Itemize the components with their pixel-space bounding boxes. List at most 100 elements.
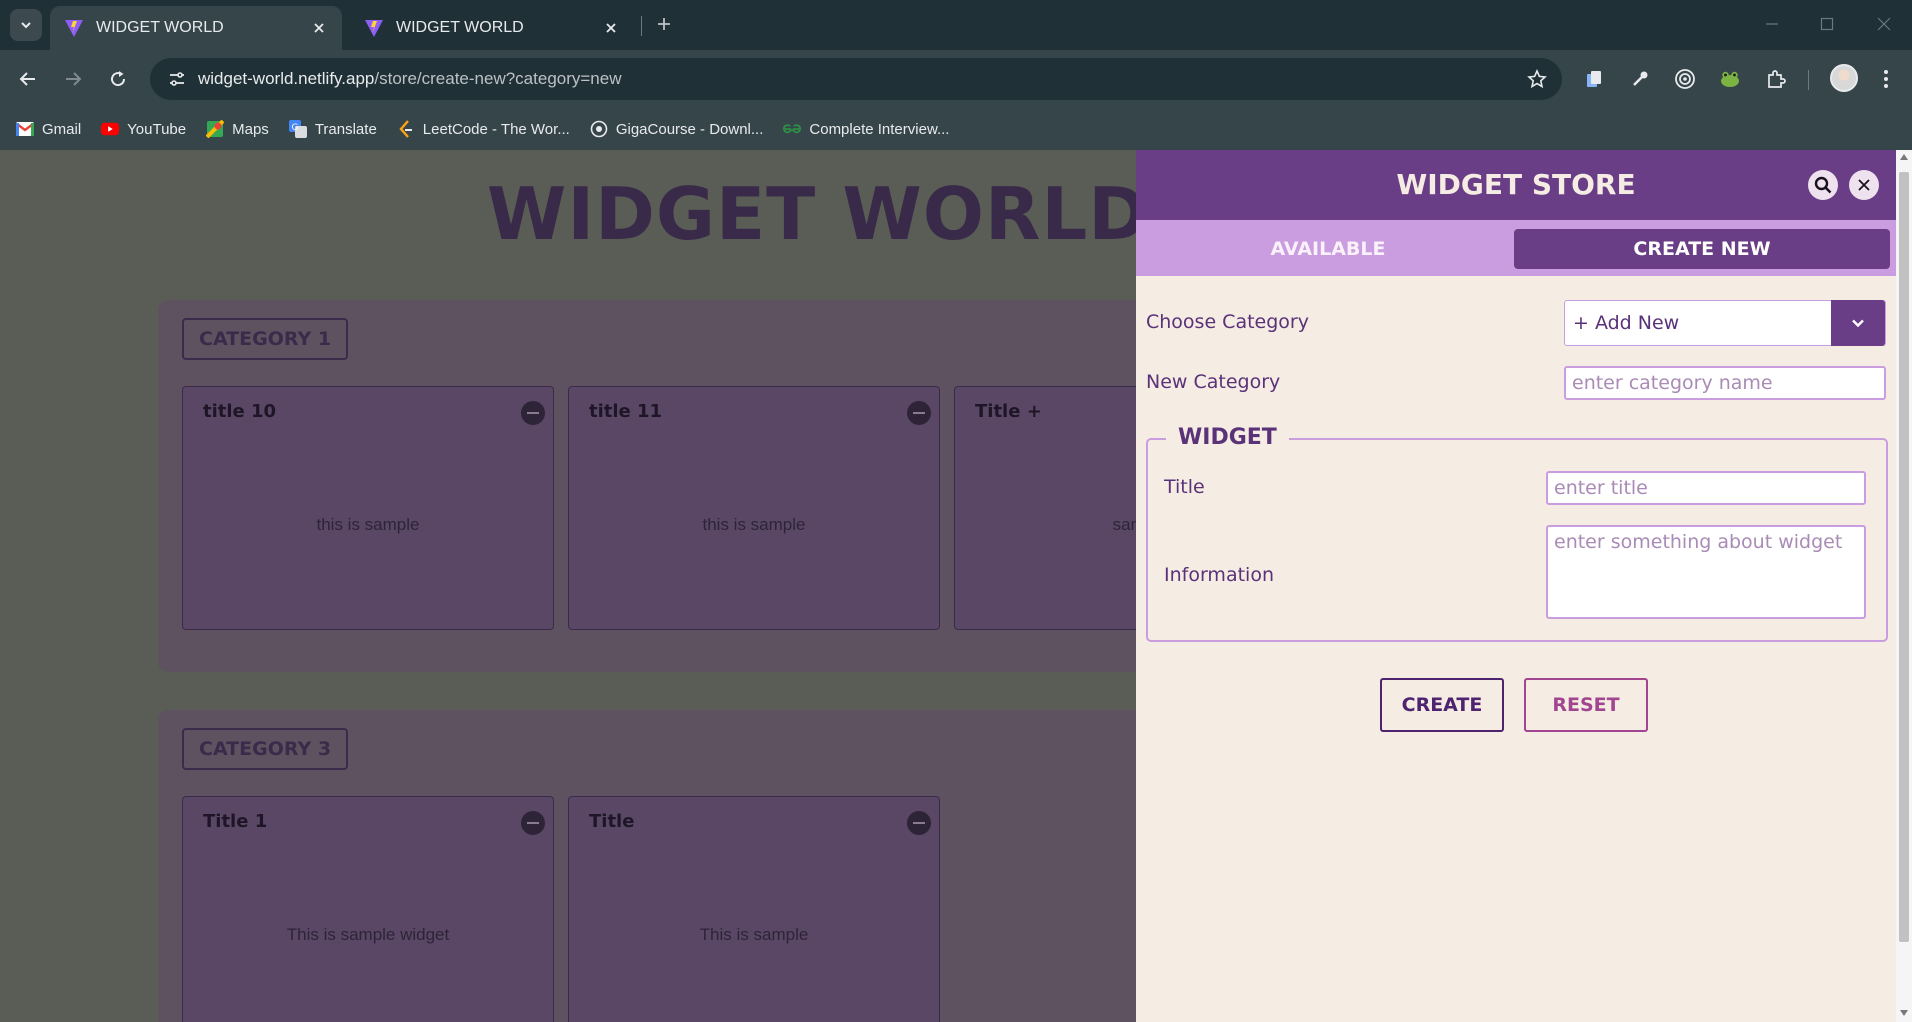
bookmark-label: Maps — [232, 120, 269, 138]
chevron-down-icon — [1852, 319, 1864, 328]
create-button[interactable]: CREATE — [1380, 678, 1504, 732]
more-menu-icon[interactable] — [1870, 63, 1902, 95]
reload-button[interactable] — [101, 62, 135, 96]
bookmark-translate[interactable]: G Translate — [288, 114, 377, 144]
widget-info: This is sample widget — [286, 925, 450, 944]
dimmed-page-overlay[interactable]: WIDGET WORLD CATEGORY 1 title 10 this is… — [0, 150, 1136, 1022]
tab-close-icon[interactable] — [310, 19, 328, 37]
translate-icon: G — [288, 120, 307, 138]
search-button[interactable] — [1808, 170, 1838, 200]
category-select[interactable]: + Add New — [1564, 300, 1886, 346]
widget-card: Title This is sample — [568, 796, 940, 1022]
site-info-icon[interactable] — [166, 68, 188, 90]
tab-title: WIDGET WORLD — [396, 19, 524, 36]
remove-widget-icon[interactable] — [907, 811, 931, 835]
bookmark-leetcode[interactable]: LeetCode - The Wor... — [397, 114, 570, 144]
browser-tab-bar: WIDGET WORLD WIDGET WORLD — [0, 0, 1912, 50]
drawer-close-button[interactable] — [1849, 170, 1879, 200]
widget-title: title 11 — [589, 401, 663, 422]
chevron-down-icon — [21, 22, 31, 29]
new-tab-button[interactable] — [650, 10, 678, 38]
gmail-icon — [16, 120, 34, 138]
page-title: WIDGET WORLD — [486, 172, 1136, 256]
widget-title: Title + — [975, 401, 1042, 422]
widget-card: Title 1 This is sample widget — [182, 796, 554, 1022]
page-scrollbar[interactable] — [1896, 150, 1912, 1022]
bookmark-label: YouTube — [127, 120, 187, 138]
bookmark-maps[interactable]: Maps — [206, 114, 269, 144]
reset-button[interactable]: RESET — [1524, 678, 1648, 732]
widget-title: Title — [589, 811, 635, 832]
choose-category-label: Choose Category — [1146, 311, 1309, 333]
title-label: Title — [1164, 476, 1205, 498]
widget-store-drawer: WIDGET STORE AVAILABLE CREATE NEW Choose… — [1136, 150, 1896, 1022]
drawer-header: WIDGET STORE — [1136, 150, 1896, 220]
information-textarea[interactable] — [1546, 525, 1866, 619]
tab-available[interactable]: AVAILABLE — [1144, 229, 1512, 269]
target-extension-icon[interactable] — [1669, 63, 1701, 95]
widget-legend: WIDGET — [1166, 425, 1289, 450]
new-category-input[interactable] — [1564, 366, 1886, 400]
scroll-up-icon[interactable] — [1900, 154, 1908, 160]
plus-icon — [658, 18, 670, 30]
address-bar[interactable]: widget-world.netlify.app/store/create-ne… — [150, 58, 1562, 100]
arrow-left-icon — [19, 72, 35, 86]
search-icon — [1814, 176, 1832, 194]
leetcode-icon — [397, 120, 415, 138]
remove-widget-icon[interactable] — [907, 401, 931, 425]
tab-create-new[interactable]: CREATE NEW — [1514, 229, 1890, 269]
widget-info: this is sample — [702, 515, 806, 534]
browser-tab-active[interactable]: WIDGET WORLD — [50, 6, 342, 50]
widget-card: Title + sample — [954, 386, 1136, 630]
title-input[interactable] — [1546, 471, 1866, 505]
back-button[interactable] — [11, 62, 45, 96]
profile-avatar[interactable] — [1830, 64, 1858, 92]
bookmark-youtube[interactable]: YouTube — [101, 114, 186, 144]
browser-toolbar: widget-world.netlify.app/store/create-ne… — [0, 50, 1912, 108]
url-host: widget-world.netlify.app — [198, 69, 375, 88]
bookmark-label: Translate — [314, 120, 377, 138]
bookmark-complete-interview[interactable]: Complete Interview... — [783, 114, 949, 144]
window-close-button[interactable] — [1872, 12, 1896, 36]
page-viewport: WIDGET WORLD CATEGORY 1 title 10 this is… — [0, 150, 1896, 1022]
maps-icon — [206, 120, 225, 138]
maximize-button[interactable] — [1815, 12, 1839, 36]
gfg-icon — [783, 120, 802, 138]
puzzle-extensions-icon[interactable] — [1760, 63, 1792, 95]
category-label: CATEGORY 3 — [182, 728, 349, 770]
widget-info: this is sample — [316, 515, 420, 534]
close-icon — [1858, 179, 1870, 191]
url-text: widget-world.netlify.app/store/create-ne… — [198, 69, 622, 89]
bookmark-label: LeetCode - The Wor... — [422, 120, 570, 138]
widget-card: title 10 this is sample — [182, 386, 554, 630]
bookmark-gigacourse[interactable]: GigaCourse - Downl... — [590, 114, 763, 144]
minimize-button[interactable] — [1760, 12, 1784, 36]
drawer-title: WIDGET STORE — [1396, 168, 1636, 201]
category-select-value: + Add New — [1573, 312, 1680, 334]
bookmark-star-icon[interactable] — [1526, 68, 1548, 90]
extension-docs-icon[interactable] — [1578, 63, 1610, 95]
close-icon — [1877, 17, 1891, 31]
frog-extension-icon[interactable] — [1714, 63, 1746, 95]
category-dropdown-button[interactable] — [1831, 300, 1885, 346]
remove-widget-icon[interactable] — [521, 401, 545, 425]
vite-logo-icon — [65, 20, 83, 37]
arrow-right-icon — [66, 72, 82, 86]
bookmark-label: Complete Interview... — [809, 120, 950, 138]
widget-info: This is sample — [699, 925, 809, 944]
widget-title: title 10 — [203, 401, 277, 422]
information-label: Information — [1164, 564, 1274, 586]
eyedropper-icon[interactable] — [1624, 63, 1656, 95]
forward-button[interactable] — [56, 62, 90, 96]
tab-search-button[interactable] — [10, 9, 42, 41]
browser-tab-inactive[interactable]: WIDGET WORLD — [350, 6, 634, 50]
scroll-down-icon[interactable] — [1900, 1010, 1908, 1016]
tab-separator — [641, 16, 642, 36]
minimize-icon — [1766, 23, 1778, 25]
remove-widget-icon[interactable] — [521, 811, 545, 835]
toolbar-separator — [1808, 70, 1809, 90]
tab-close-icon[interactable] — [602, 19, 620, 37]
bookmark-gmail[interactable]: Gmail — [16, 114, 81, 144]
scrollbar-thumb[interactable] — [1899, 172, 1909, 942]
widget-title: Title 1 — [203, 811, 268, 832]
